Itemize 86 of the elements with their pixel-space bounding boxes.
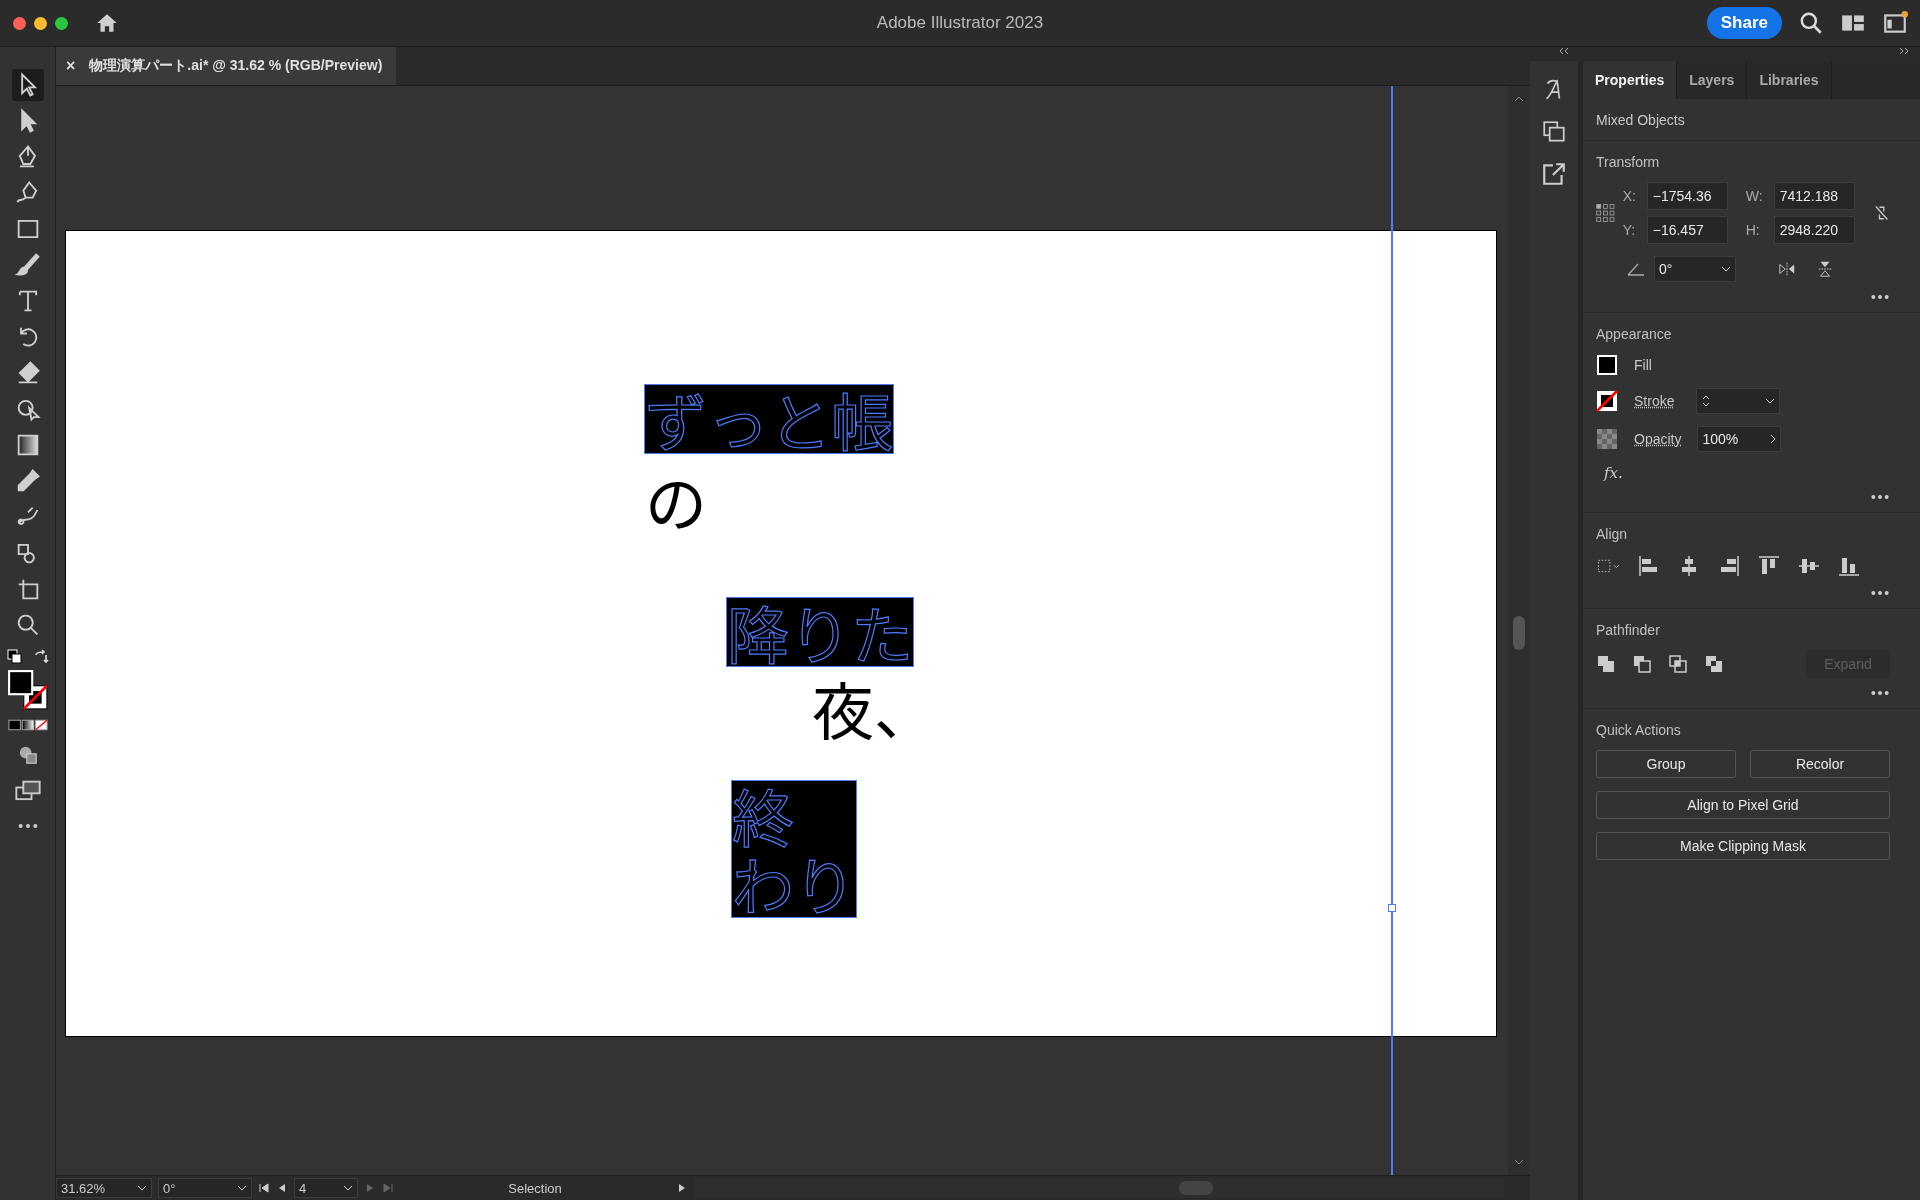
caret-icon[interactable] [1765, 398, 1776, 404]
last-artboard-icon[interactable] [382, 1182, 394, 1194]
text-object[interactable]: の [645, 462, 707, 538]
horizontal-scrollbar[interactable] [694, 1178, 1504, 1198]
selected-text-object[interactable]: 終 わり [732, 781, 856, 917]
field-label: H: [1745, 222, 1761, 238]
quick-action-button[interactable]: Align to Pixel Grid [1596, 791, 1890, 819]
caret-icon[interactable] [1721, 266, 1731, 272]
more-options-icon[interactable] [1870, 494, 1890, 500]
artboard-number-field[interactable]: 4 [294, 1178, 358, 1198]
search-icon[interactable] [1798, 10, 1824, 36]
stroke-weight-field[interactable] [1696, 388, 1781, 414]
minimize-window-button[interactable] [34, 16, 47, 30]
color-mode-icon[interactable] [7, 719, 48, 731]
section-title: Appearance [1596, 326, 1673, 342]
swap-arrow-icon[interactable] [32, 649, 49, 665]
zoom-field[interactable]: 31.62% [56, 1178, 152, 1198]
rotation-angle-field[interactable]: 0° [1654, 256, 1736, 282]
collapse-arrows-icon[interactable] [1558, 47, 1570, 55]
width-field[interactable]: 7412.188 [1773, 182, 1855, 210]
exclude-icon[interactable] [1704, 654, 1724, 674]
more-options-icon[interactable] [1870, 690, 1890, 696]
window-title: Adobe Illustrator 2023 [876, 13, 1044, 33]
field-label: Y: [1622, 222, 1637, 238]
fill-stroke-swatch-icon[interactable] [6, 669, 49, 711]
panel-tab[interactable]: Libraries [1747, 61, 1832, 99]
minus-front-icon[interactable] [1632, 654, 1652, 674]
transform-panel-icon[interactable] [1541, 119, 1567, 145]
current-tool-label[interactable]: Selection [400, 1180, 670, 1196]
flip-horizontal-icon[interactable] [1778, 260, 1796, 278]
stepper-arrows-icon[interactable] [1701, 394, 1712, 408]
default-colors-icon[interactable] [6, 649, 23, 665]
zoom-window-button[interactable] [55, 16, 68, 30]
caret-icon[interactable] [343, 1185, 353, 1191]
opacity-checker-icon[interactable] [1596, 428, 1618, 450]
close-tab-button[interactable]: × [66, 57, 76, 75]
section-title: Transform [1596, 154, 1661, 170]
opacity-field[interactable]: 100% [1697, 426, 1782, 452]
selection-type-label: Mixed Objects [1596, 112, 1686, 128]
unite-icon[interactable] [1596, 654, 1616, 674]
guide-anchor-icon[interactable] [1388, 904, 1396, 912]
share-button[interactable]: Share [1706, 7, 1782, 39]
more-options-icon[interactable] [1870, 590, 1890, 596]
scrollbar-thumb[interactable] [1513, 616, 1525, 650]
intersect-icon[interactable] [1668, 654, 1688, 674]
export-icon[interactable] [1541, 161, 1567, 187]
document-title: 物理演算パート.ai* @ 31.62 % (RGB/Preview) [89, 57, 383, 75]
caret-icon[interactable] [137, 1185, 147, 1191]
selected-text-object[interactable]: ずっと帳 [645, 385, 893, 453]
x-field[interactable]: −1754.36 [1646, 182, 1728, 210]
first-artboard-icon[interactable] [258, 1182, 270, 1194]
y-field[interactable]: −16.457 [1646, 216, 1728, 244]
stroke-swatch-icon[interactable] [1596, 390, 1618, 412]
fill-label: Fill [1634, 357, 1652, 373]
fill-swatch-icon[interactable] [1596, 354, 1618, 376]
rotation-field[interactable]: 0° [158, 1178, 252, 1198]
section-title: Align [1596, 526, 1629, 542]
select-tool-icon[interactable] [11, 69, 44, 101]
selected-text-object[interactable]: 降りた [727, 598, 913, 666]
flip-vertical-icon[interactable] [1816, 260, 1834, 278]
close-window-button[interactable] [13, 16, 26, 30]
more-tools-icon[interactable] [16, 823, 39, 829]
section-title: Pathfinder [1596, 622, 1661, 638]
vertical-scrollbar[interactable] [1508, 86, 1530, 1175]
text-object[interactable]: 夜、 [812, 670, 936, 746]
field-label: X: [1622, 188, 1637, 204]
panel-window-icon[interactable] [1882, 10, 1908, 36]
field-label: W: [1745, 188, 1764, 204]
height-field[interactable]: 2948.220 [1773, 216, 1855, 244]
panel-tab[interactable]: Properties [1583, 61, 1678, 99]
document-tab[interactable]: × 物理演算パート.ai* @ 31.62 % (RGB/Preview) [56, 47, 397, 85]
effects-button[interactable]: fx. [1596, 464, 1890, 482]
quick-action-button[interactable]: Make Clipping Mask [1596, 832, 1890, 860]
caret-icon[interactable] [1770, 434, 1777, 444]
collapse-arrows-icon[interactable] [1898, 47, 1910, 55]
canvas-text-line: 終 [732, 781, 795, 849]
quick-action-button[interactable]: Recolor [1750, 750, 1890, 778]
opacity-link[interactable]: Opacity [1634, 431, 1682, 447]
more-options-icon[interactable] [1870, 294, 1890, 300]
caret-icon[interactable] [237, 1185, 247, 1191]
quick-action-button[interactable]: Group [1596, 750, 1736, 778]
panel-tab[interactable]: Layers [1677, 61, 1748, 99]
section-title: Quick Actions [1596, 722, 1682, 738]
angle-icon [1626, 261, 1646, 277]
canvas-text-line: わり [732, 849, 856, 917]
stroke-link[interactable]: Stroke [1634, 393, 1675, 409]
